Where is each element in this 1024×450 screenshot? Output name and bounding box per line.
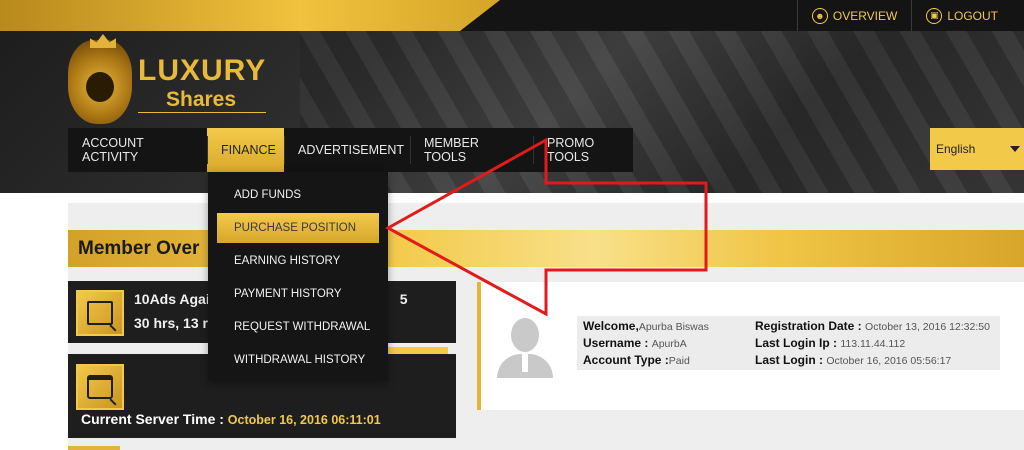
last-login-value: October 16, 2016 05:56:17 (826, 355, 952, 367)
registration-value: October 13, 2016 12:32:50 (865, 321, 990, 333)
calendar-clock-icon (76, 364, 124, 410)
menu-request-withdrawal[interactable]: REQUEST WITHDRAWAL (217, 312, 379, 342)
page: ☻ OVERVIEW ▣ LOGOUT LUXURY Shares ACCOUN… (0, 0, 1024, 450)
server-time-label: Current Server Time : (81, 411, 224, 427)
menu-withdrawal-history[interactable]: WITHDRAWAL HISTORY (217, 345, 379, 375)
welcome-value: Apurba Biswas (638, 321, 709, 333)
logo-word-primary: LUXURY (138, 54, 267, 87)
section-title: Member Over (78, 238, 200, 259)
logout-label: LOGOUT (947, 8, 998, 23)
menu-payment-history[interactable]: PAYMENT HISTORY (217, 279, 379, 309)
last-ip-value: 113.11.44.112 (840, 338, 906, 350)
ads-line-1: 10Ads Agai (134, 291, 210, 307)
main-nav: ACCOUNT ACTIVITY FINANCE ADVERTISEMENT M… (68, 128, 633, 172)
menu-earning-history[interactable]: EARNING HISTORY (217, 246, 379, 276)
language-select[interactable]: English (930, 128, 1024, 170)
site-logo[interactable]: LUXURY Shares (64, 34, 274, 125)
username-value: ApurbA (651, 338, 687, 350)
top-links: ☻ OVERVIEW ▣ LOGOUT (796, 0, 1012, 31)
avatar-icon (495, 312, 555, 378)
server-time-value: October 16, 2016 06:11:01 (227, 413, 381, 427)
crown-icon (90, 34, 116, 48)
registration-label: Registration Date : (755, 319, 862, 333)
top-bar-gold-stripe (0, 0, 500, 31)
finance-dropdown: ADD FUNDS PURCHASE POSITION EARNING HIST… (208, 172, 388, 381)
nav-account-activity[interactable]: ACCOUNT ACTIVITY (68, 128, 207, 172)
profile-info: Welcome,Apurba Biswas Username : ApurbA … (577, 316, 1000, 370)
logo-word-secondary: Shares (166, 88, 237, 111)
ads-line-2: 30 hrs, 13 r (134, 315, 208, 331)
nav-promo-tools[interactable]: PROMO TOOLS (533, 128, 633, 172)
caret-down-icon (1010, 146, 1020, 152)
profile-card: Welcome,Apurba Biswas Username : ApurbA … (477, 282, 1024, 410)
last-ip-label: Last Login Ip : (755, 336, 837, 350)
last-login-label: Last Login : (755, 353, 823, 367)
logout-link[interactable]: ▣ LOGOUT (911, 0, 1012, 31)
overview-link[interactable]: ☻ OVERVIEW (796, 0, 911, 31)
account-type-label: Account Type : (583, 353, 669, 367)
logo-underline (138, 112, 266, 113)
nav-member-tools[interactable]: MEMBER TOOLS (410, 128, 533, 172)
lock-icon: ▣ (926, 7, 943, 24)
report-search-icon (76, 290, 124, 336)
nav-advertisement[interactable]: ADVERTISEMENT (284, 128, 410, 172)
overview-label: OVERVIEW (832, 8, 898, 23)
account-type-value: Paid (668, 355, 690, 367)
welcome-label: Welcome, (583, 319, 639, 333)
user-circle-icon: ☻ (811, 7, 828, 24)
menu-add-funds[interactable]: ADD FUNDS (217, 180, 379, 210)
nav-finance[interactable]: FINANCE (207, 128, 284, 172)
top-bar: ☻ OVERVIEW ▣ LOGOUT (0, 0, 1024, 31)
bottom-tab-marker (68, 446, 120, 450)
lion-crest-icon (68, 34, 132, 124)
language-value: English (936, 142, 976, 156)
ads-line-1-tail: 5 (399, 291, 408, 307)
username-label: Username : (583, 336, 649, 350)
menu-purchase-position[interactable]: PURCHASE POSITION (217, 213, 379, 243)
